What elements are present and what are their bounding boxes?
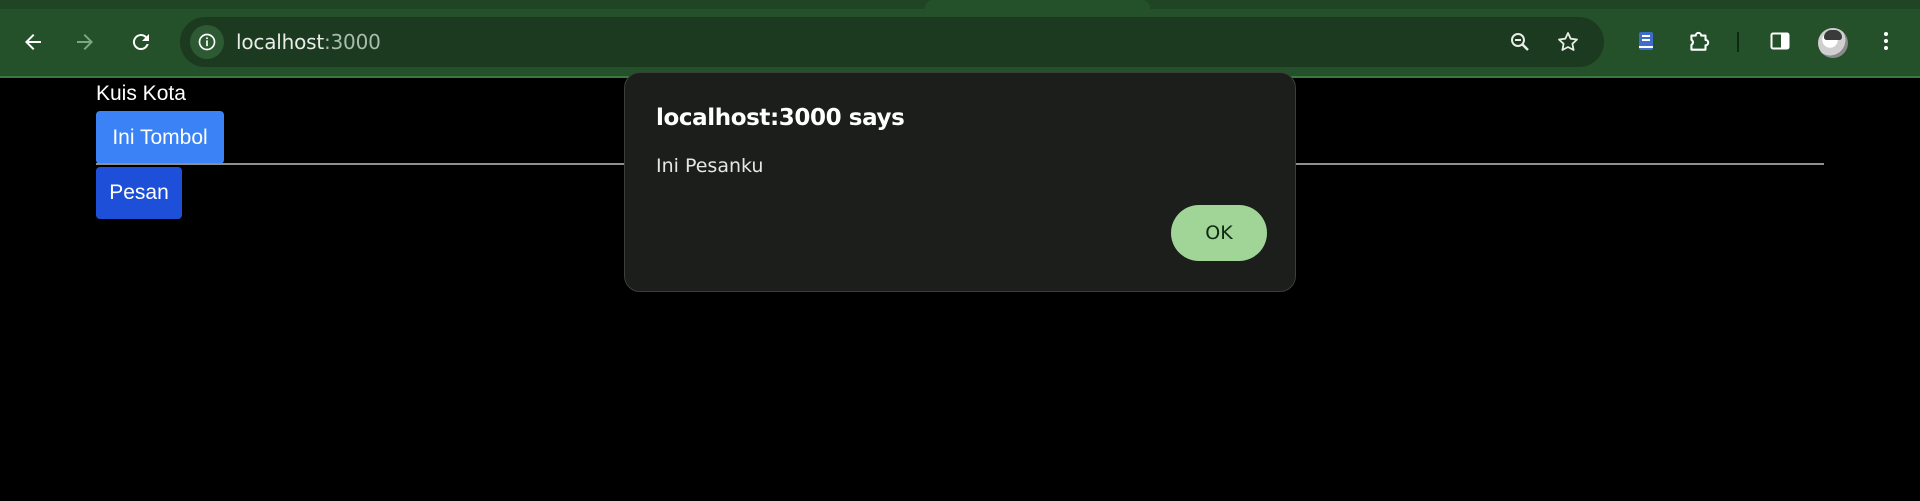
side-panel-button[interactable] — [1765, 26, 1795, 56]
zoom-out-icon — [1511, 33, 1529, 51]
avatar[interactable] — [1818, 28, 1848, 58]
site-info-button[interactable] — [190, 25, 224, 59]
ini-tombol-button[interactable]: Ini Tombol — [96, 111, 224, 164]
forward-button[interactable] — [65, 22, 105, 62]
arrow-right-icon — [77, 34, 93, 50]
book-icon — [1639, 32, 1653, 50]
active-tab[interactable] — [925, 0, 1150, 10]
toolbar-divider — [1737, 32, 1739, 52]
star-icon — [1558, 32, 1578, 51]
address-bar[interactable]: localhost:3000 — [180, 17, 1604, 67]
dialog-message: Ini Pesanku — [656, 155, 764, 177]
back-button[interactable] — [13, 22, 53, 62]
ok-button[interactable]: OK — [1171, 205, 1267, 261]
extensions-button[interactable] — [1684, 26, 1714, 56]
browser-toolbar: localhost:3000 — [0, 0, 1920, 78]
zoom-button[interactable] — [1507, 29, 1533, 55]
browser-menu-button[interactable] — [1871, 26, 1901, 56]
url-host: localhost — [236, 30, 324, 54]
arrow-left-icon — [25, 34, 41, 50]
page-title: Kuis Kota — [96, 82, 186, 105]
bookmark-button[interactable] — [1555, 29, 1581, 55]
reload-icon — [132, 34, 149, 51]
url-text[interactable]: localhost:3000 — [236, 30, 381, 54]
side-panel-icon — [1770, 32, 1790, 50]
pesan-button[interactable]: Pesan — [96, 167, 182, 219]
puzzle-icon — [1690, 31, 1710, 51]
reader-extension-button[interactable] — [1631, 26, 1661, 56]
dialog-title: localhost:3000 says — [656, 105, 905, 131]
kebab-menu-icon — [1884, 32, 1888, 50]
reload-button[interactable] — [121, 22, 161, 62]
alert-dialog: localhost:3000 says Ini Pesanku OK — [624, 72, 1296, 292]
info-icon — [198, 33, 216, 51]
url-port: :3000 — [323, 30, 381, 54]
